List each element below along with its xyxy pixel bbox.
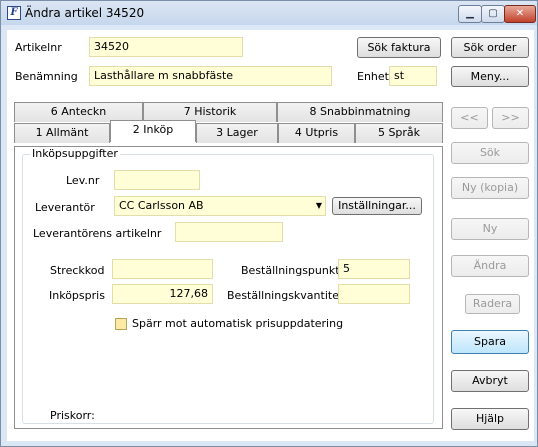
inkopspris-label: Inköpspris [49,289,105,302]
tab-historik[interactable]: 7 Historik [143,102,277,122]
leverantor-value: CC Carlsson AB [119,199,204,212]
bestallningspunkt-field[interactable]: 5 [338,259,410,279]
artikelnr-field[interactable]: 34520 [89,37,243,57]
tab-sprak[interactable]: 5 Språk [355,123,443,143]
tab-lager[interactable]: 3 Lager [196,123,278,143]
next-button[interactable]: >> [492,107,529,129]
benamning-field[interactable]: Lasthållare m snabbfäste [89,66,332,86]
lev-artikelnr-field[interactable] [175,222,283,242]
leverantor-label: Leverantör [35,201,95,214]
tab-allmant[interactable]: 1 Allmänt [14,123,110,143]
minimize-icon[interactable]: ▁ [458,5,482,23]
benamning-label: Benämning [15,70,78,83]
artikelnr-label: Artikelnr [15,41,62,54]
streckkod-field[interactable] [112,259,213,279]
sparr-label: Spärr mot automatisk prisuppdatering [132,317,344,330]
levnr-field[interactable] [114,170,200,190]
leverantor-dropdown[interactable]: CC Carlsson AB ▼ [114,196,326,216]
bestallningskvantitet-field[interactable] [338,284,410,304]
title-bar[interactable]: F Ändra artikel 34520 ▁ ▢ ✕ [1,1,537,25]
streckkod-label: Streckkod [50,264,105,277]
enhet-field[interactable]: st [389,66,437,86]
group-title: Inköpsuppgifter [30,147,120,160]
installningar-button[interactable]: Inställningar... [332,197,422,215]
meny-button[interactable]: Meny... [451,66,529,87]
andra-button[interactable]: Ändra [451,255,529,277]
window-title: Ändra artikel 34520 [25,6,145,20]
sparr-checkbox[interactable] [115,318,127,330]
sok-faktura-button[interactable]: Sök faktura [357,37,441,58]
levnr-label: Lev.nr [66,174,100,187]
hjalp-button[interactable]: Hjälp [451,408,529,430]
maximize-icon[interactable]: ▢ [481,5,505,23]
priskorr-label: Priskorr: [50,409,95,422]
tab-inkop[interactable]: 2 Inköp [110,120,196,142]
sok-order-button[interactable]: Sök order [451,37,529,58]
ny-button[interactable]: Ny [451,218,529,240]
sok-button[interactable]: Sök [451,142,529,164]
tab-utpris[interactable]: 4 Utpris [278,123,355,143]
spara-button[interactable]: Spara [451,330,529,354]
inkopspris-field[interactable]: 127,68 [112,284,213,304]
lev-artikelnr-label: Leverantörens artikelnr [33,227,162,240]
radera-button[interactable]: Radera [465,294,520,314]
close-icon[interactable]: ✕ [504,5,536,23]
avbryt-button[interactable]: Avbryt [451,370,529,392]
bestallningskvantitet-label: Beställningskvantitet [227,289,344,302]
enhet-label: Enhet [357,70,389,83]
chevron-down-icon[interactable]: ▼ [316,197,322,215]
ny-kopia-button[interactable]: Ny (kopia) [451,177,529,199]
app-icon: F [7,6,21,20]
tab-anteckn[interactable]: 6 Anteckn [14,102,143,122]
tab-snabbinmatning[interactable]: 8 Snabbinmatning [277,102,443,122]
prev-button[interactable]: << [451,107,488,129]
bestallningspunkt-label: Beställningspunkt [241,264,340,277]
